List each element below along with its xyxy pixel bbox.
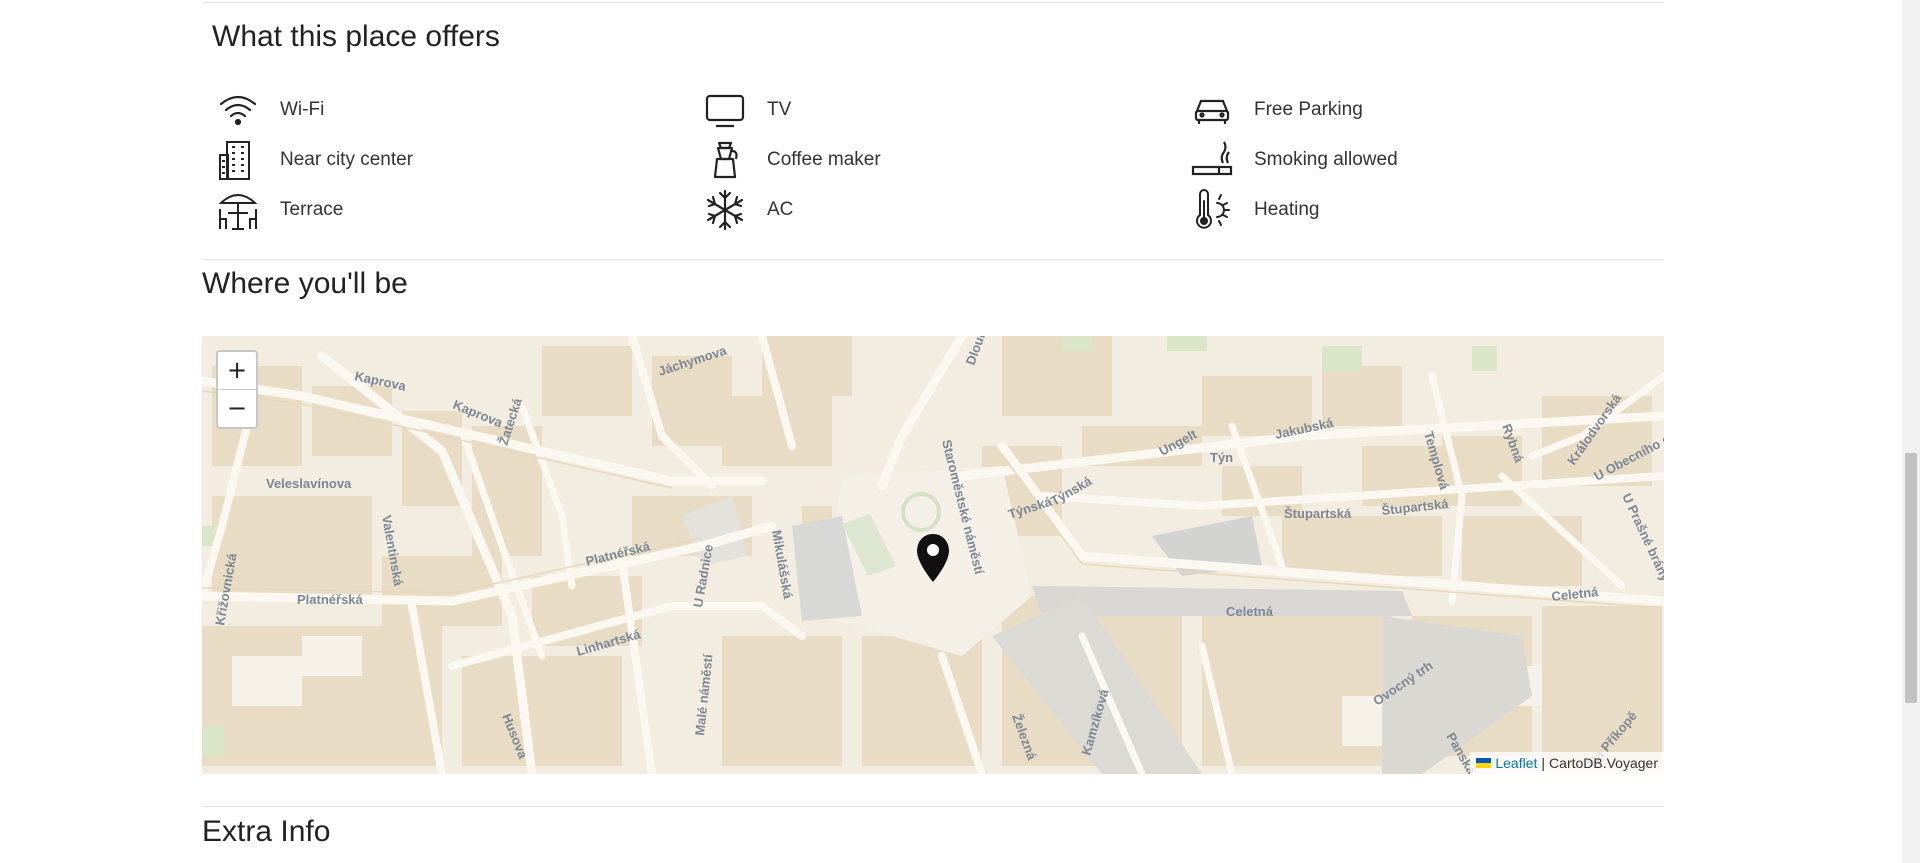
amenity-ac: AC bbox=[703, 188, 793, 232]
amenity-tv: TV bbox=[703, 88, 791, 132]
amenity-smoking-allowed: Smoking allowed bbox=[1190, 138, 1398, 182]
cigarette-icon bbox=[1190, 138, 1234, 182]
tv-icon bbox=[703, 88, 747, 132]
snowflake-icon bbox=[703, 188, 747, 232]
amenity-label: Terrace bbox=[280, 199, 344, 220]
amenity-heating: Heating bbox=[1190, 188, 1320, 232]
amenity-label: Coffee maker bbox=[767, 149, 881, 170]
zoom-control: + − bbox=[216, 350, 258, 429]
amenities-heading: What this place offers bbox=[212, 20, 500, 53]
zoom-in-button[interactable]: + bbox=[218, 352, 256, 389]
section-divider bbox=[202, 806, 1664, 807]
amenity-label: TV bbox=[767, 99, 792, 120]
amenity-terrace: Terrace bbox=[216, 188, 343, 232]
amenity-coffee-maker: Coffee maker bbox=[703, 138, 881, 182]
scrollbar-thumb[interactable] bbox=[1905, 453, 1917, 703]
wifi-icon bbox=[216, 88, 260, 132]
attribution-provider: CartoDB.Voyager bbox=[1549, 755, 1658, 771]
thermometer-icon bbox=[1190, 188, 1234, 232]
amenity-wifi: Wi-Fi bbox=[216, 88, 324, 132]
coffee-maker-icon bbox=[703, 138, 747, 182]
map-attribution: Leaflet | CartoDB.Voyager bbox=[1470, 752, 1664, 774]
amenity-label: AC bbox=[767, 199, 794, 220]
amenity-label: Near city center bbox=[280, 149, 414, 170]
location-map[interactable]: Kaprova Kaprova Žatecká Jáchymova Dlouhá… bbox=[202, 336, 1664, 774]
ukraine-flag-icon bbox=[1476, 758, 1492, 768]
section-divider bbox=[202, 259, 1664, 260]
top-divider bbox=[202, 2, 1664, 3]
amenity-label: Wi-Fi bbox=[280, 99, 325, 120]
amenity-label: Smoking allowed bbox=[1254, 149, 1398, 170]
amenity-label: Heating bbox=[1254, 199, 1320, 220]
street-label: Celetná bbox=[1226, 604, 1274, 619]
zoom-out-button[interactable]: − bbox=[218, 389, 256, 427]
attribution-separator: | bbox=[1541, 755, 1546, 771]
location-pin-icon[interactable] bbox=[915, 532, 951, 584]
amenity-near-city-center: Near city center bbox=[216, 138, 413, 182]
car-icon bbox=[1190, 88, 1234, 132]
leaflet-link[interactable]: Leaflet bbox=[1476, 755, 1537, 771]
street-label: Platnéřská bbox=[297, 592, 364, 607]
street-label: Štupartská bbox=[1284, 506, 1352, 521]
leaflet-link-label: Leaflet bbox=[1495, 755, 1538, 771]
amenity-free-parking: Free Parking bbox=[1190, 88, 1363, 132]
scrollbar[interactable] bbox=[1902, 0, 1920, 863]
amenity-label: Free Parking bbox=[1254, 99, 1363, 120]
extra-info-heading: Extra Info bbox=[202, 815, 331, 848]
street-label: Týn bbox=[1210, 450, 1233, 465]
building-icon bbox=[216, 138, 260, 182]
location-heading: Where you'll be bbox=[202, 267, 408, 300]
terrace-icon bbox=[216, 188, 260, 232]
street-label: Veleslavínova bbox=[266, 476, 352, 491]
